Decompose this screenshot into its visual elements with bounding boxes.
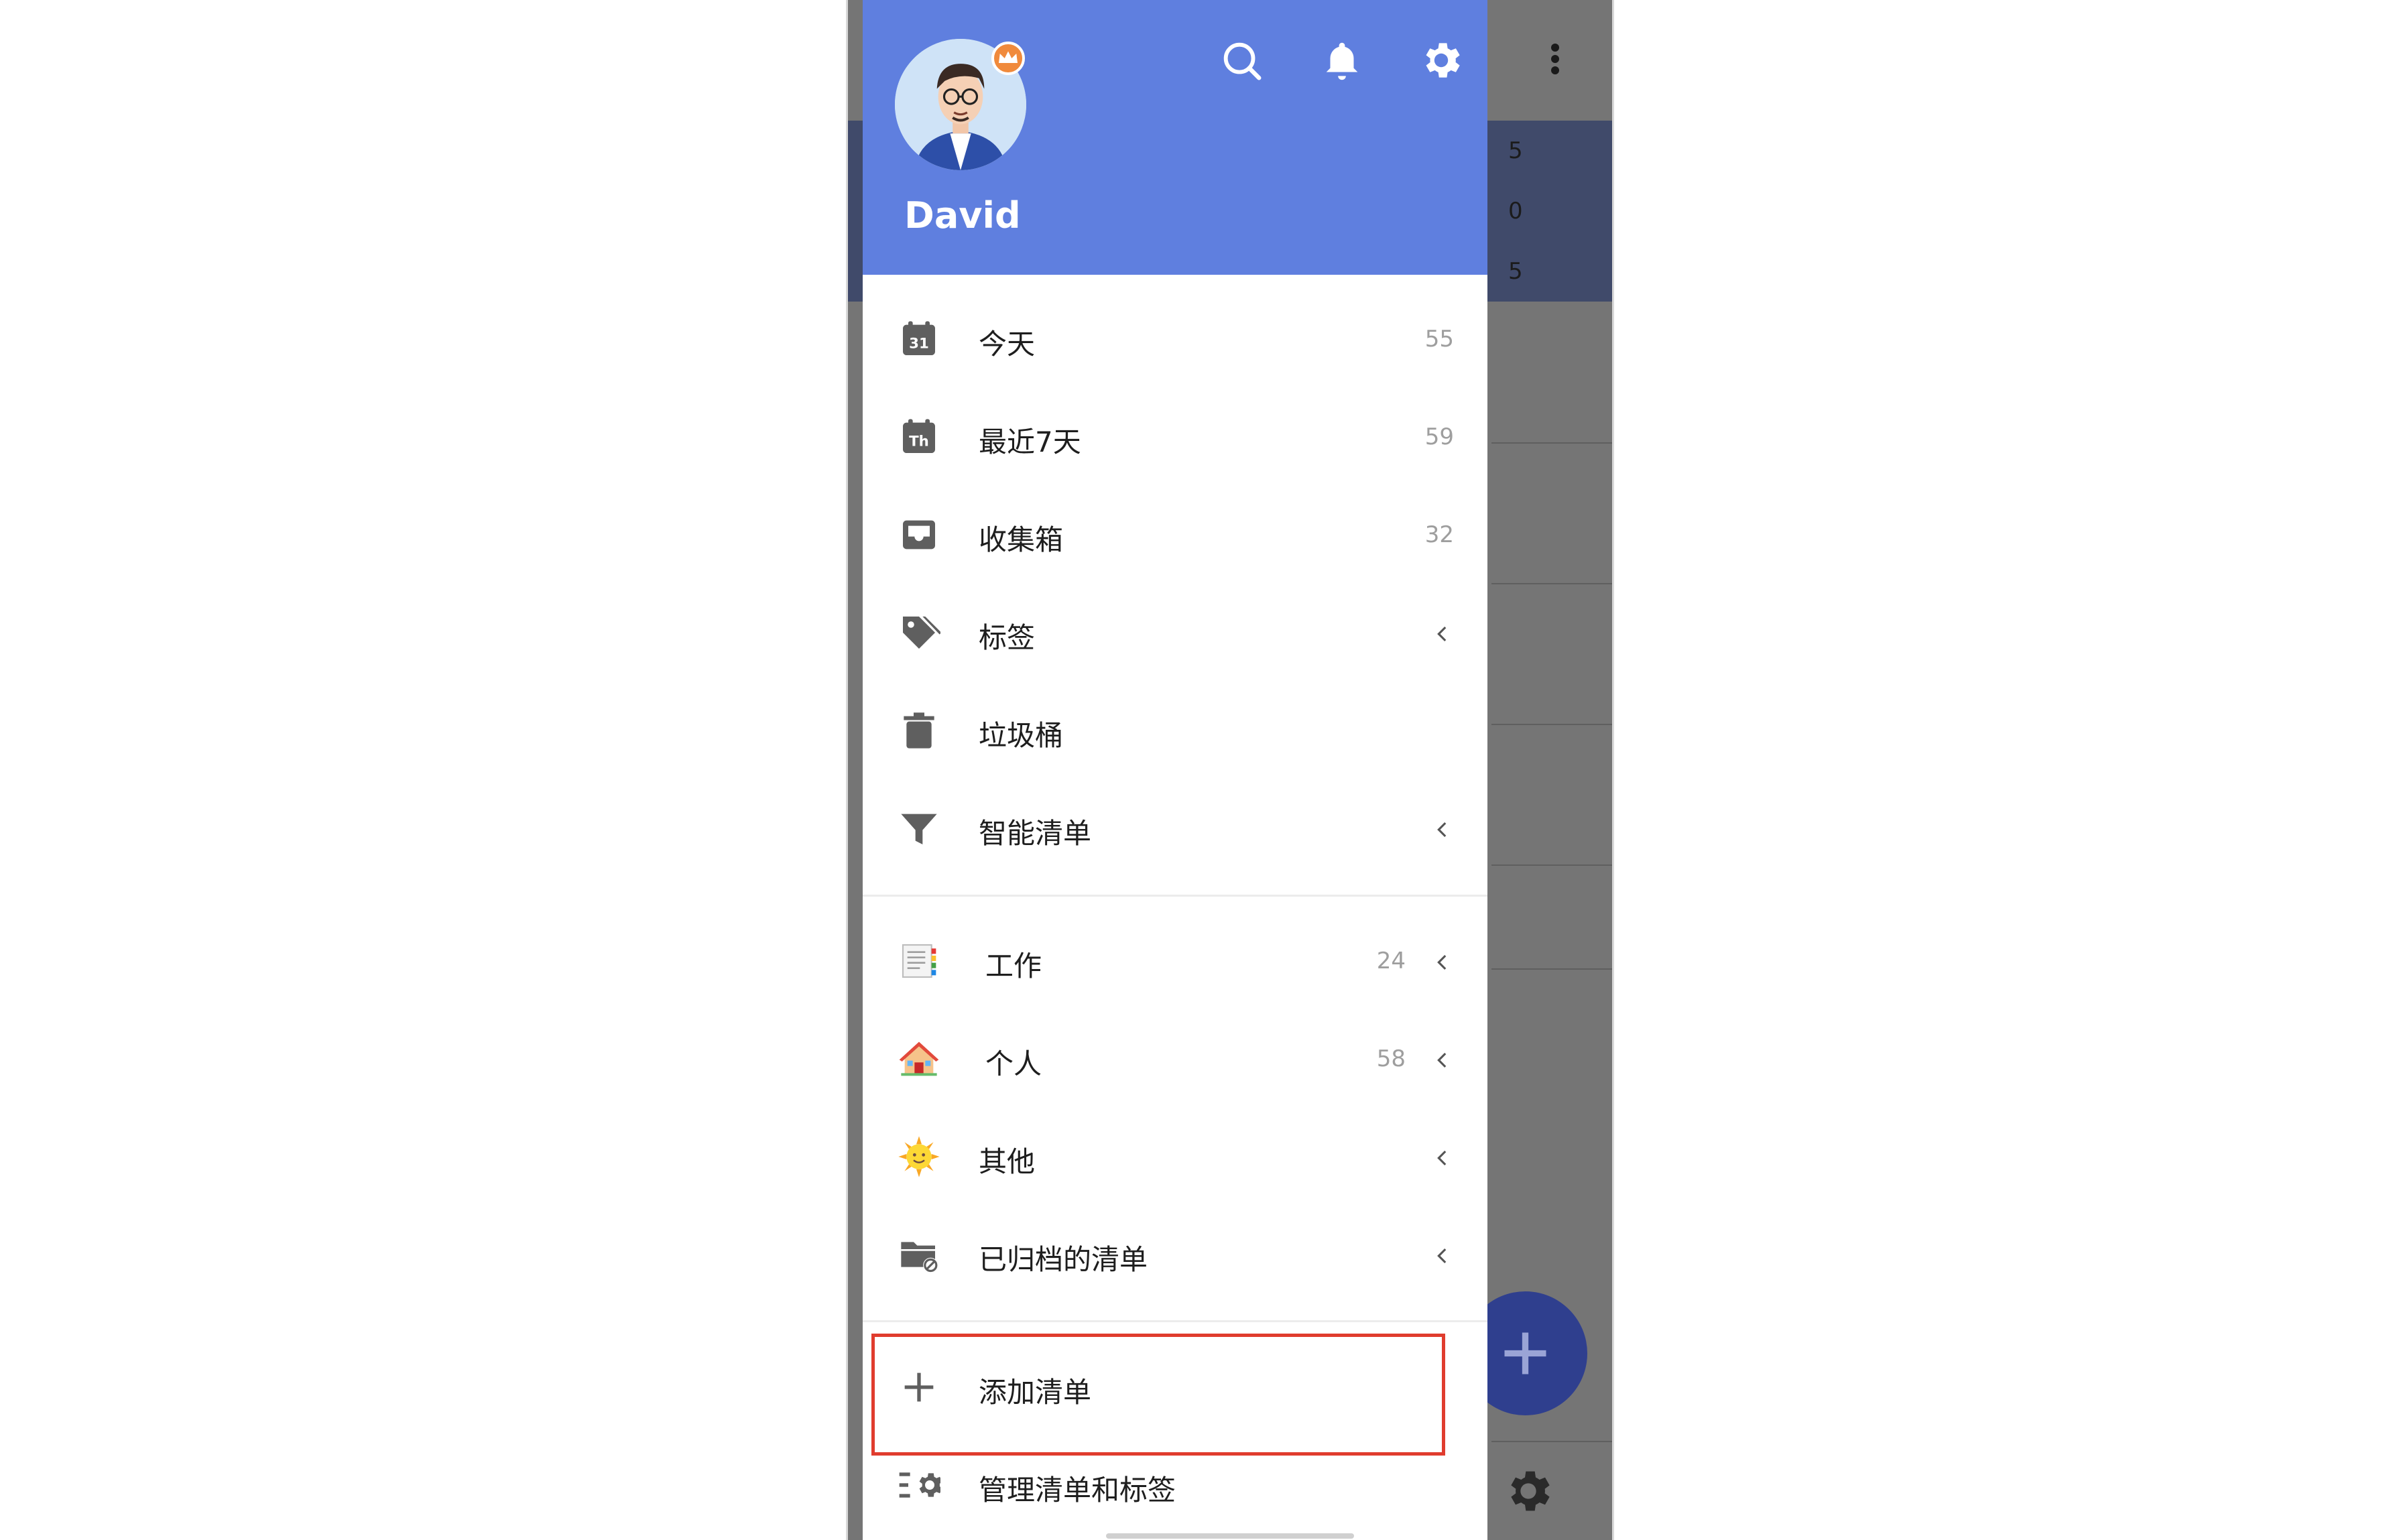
calendar-today-icon: 31: [903, 321, 935, 355]
list-item-count: 58: [1376, 1045, 1406, 1072]
chevron-left-icon[interactable]: [1431, 816, 1454, 843]
drawer-header: David: [863, 0, 1487, 275]
nav-item-label: 智能清单: [979, 817, 1092, 850]
nav-item-count: 32: [1424, 521, 1454, 548]
nav-item-next-7-days[interactable]: Th 最近7天 59: [863, 391, 1487, 485]
svg-text:31: 31: [909, 335, 929, 352]
navigation-drawer: David 31 今天 55 Th 最近7天 59 收集箱 32 标签 垃圾桶 …: [863, 0, 1487, 1540]
nav-item-label: 垃圾桶: [979, 719, 1064, 752]
archived-folder-icon: [901, 1242, 938, 1273]
nav-item-inbox[interactable]: 收集箱 32: [863, 489, 1487, 583]
sun-emoji-icon: [898, 1136, 940, 1177]
list-item-count: 24: [1376, 948, 1406, 974]
list-item-label: 已归档的清单: [979, 1243, 1148, 1276]
chevron-left-icon[interactable]: [1431, 1145, 1454, 1171]
more-options-icon[interactable]: [1545, 40, 1565, 80]
chevron-left-icon[interactable]: [1431, 1242, 1454, 1269]
phone-frame: 5 0 5: [846, 0, 1614, 1540]
list-item-archived[interactable]: 已归档的清单: [863, 1209, 1487, 1303]
premium-crown-icon: [991, 42, 1025, 75]
inbox-icon: [903, 520, 935, 550]
manage-lists-label: 管理清单和标签: [979, 1474, 1176, 1506]
nav-item-trash[interactable]: 垃圾桶: [863, 685, 1487, 779]
list-item-work[interactable]: 工作 24: [863, 915, 1487, 1009]
search-icon[interactable]: [1218, 37, 1265, 84]
user-name[interactable]: David: [904, 194, 1021, 237]
chevron-left-icon[interactable]: [1431, 1047, 1454, 1074]
nav-item-count: 59: [1424, 424, 1454, 450]
bell-icon[interactable]: [1319, 37, 1365, 84]
settings-icon[interactable]: [1418, 37, 1465, 84]
trash-icon: [904, 712, 934, 749]
list-item-label: 其他: [979, 1145, 1036, 1178]
nav-item-smart-lists[interactable]: 智能清单: [863, 783, 1487, 877]
nav-item-tags[interactable]: 标签: [863, 587, 1487, 681]
section-divider: [863, 1320, 1487, 1322]
notebook-emoji-icon: [902, 944, 936, 978]
nav-item-today[interactable]: 31 今天 55: [863, 294, 1487, 387]
list-item-label: 工作: [985, 950, 1042, 982]
nav-item-label: 收集箱: [979, 523, 1064, 556]
list-item-personal[interactable]: 个人 58: [863, 1013, 1487, 1107]
home-indicator[interactable]: [1106, 1533, 1354, 1539]
filter-icon: [901, 814, 937, 844]
svg-text:Th: Th: [909, 433, 929, 450]
nav-item-label: 最近7天: [979, 426, 1081, 458]
house-emoji-icon: [899, 1041, 939, 1076]
tag-icon: [903, 617, 940, 649]
list-item-label: 个人: [985, 1047, 1042, 1080]
calendar-week-icon: Th: [903, 419, 935, 453]
nav-item-label: 标签: [979, 621, 1036, 654]
section-divider: [863, 895, 1487, 897]
chevron-left-icon[interactable]: [1431, 621, 1454, 647]
chevron-left-icon[interactable]: [1431, 949, 1454, 976]
nav-item-count: 55: [1424, 326, 1454, 352]
nav-item-label: 今天: [979, 328, 1036, 361]
plus-icon: [1504, 1332, 1546, 1374]
list-item-other[interactable]: 其他: [863, 1111, 1487, 1205]
manage-settings-icon: [899, 1472, 940, 1498]
highlight-box: [871, 1334, 1445, 1456]
settings-gear-icon[interactable]: [1502, 1464, 1555, 1518]
